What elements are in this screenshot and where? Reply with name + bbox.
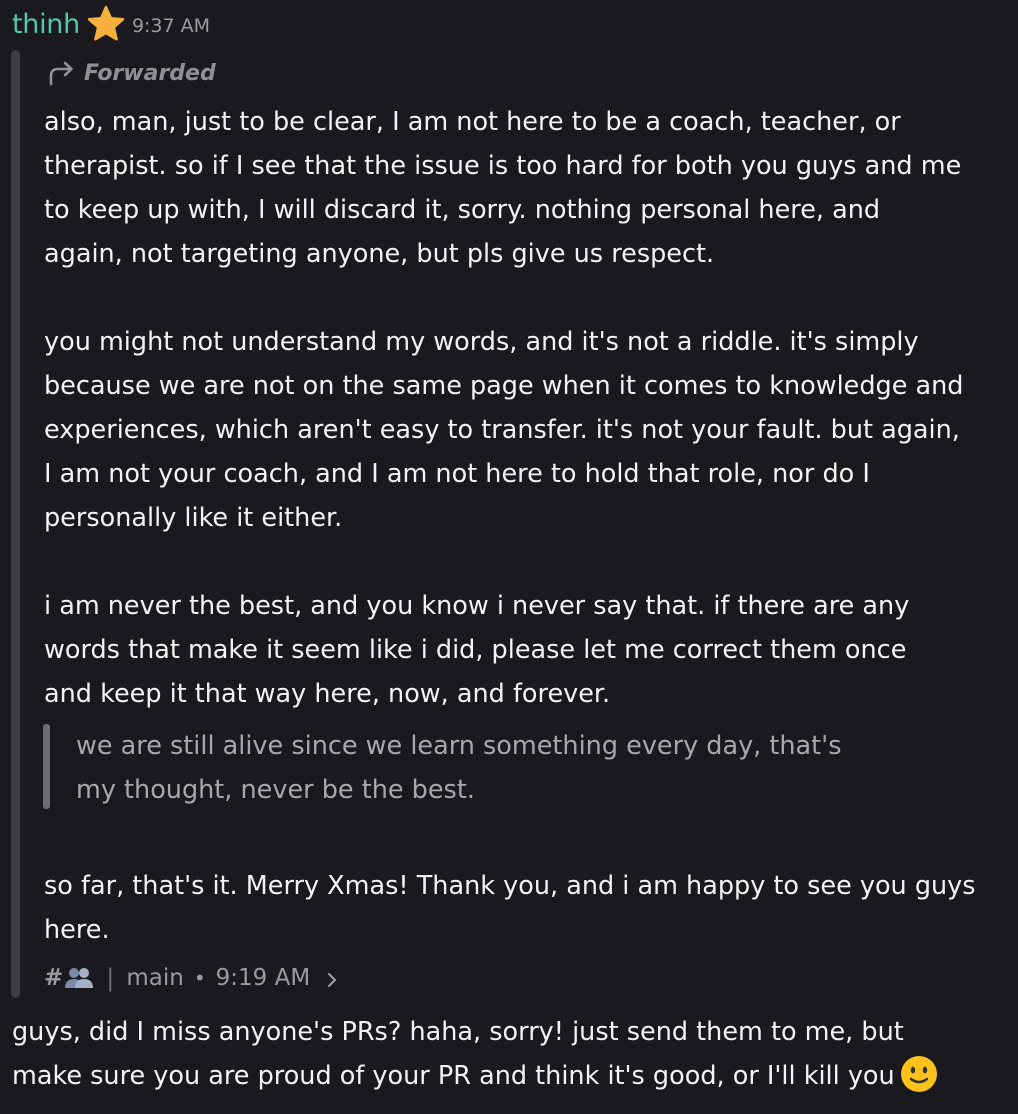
text-line: because we are not on the same page when… bbox=[44, 371, 964, 401]
quote-line: my thought, never be the best. bbox=[76, 775, 475, 805]
forwarded-paragraph-3: i am never the best, and you know i neve… bbox=[44, 584, 1010, 716]
quote-line: we are still alive since we learn someth… bbox=[76, 731, 842, 761]
text-line: to keep up with, I will discard it, sorr… bbox=[44, 195, 881, 225]
forwarded-closing: so far, that's it. Merry Xmas! Thank you… bbox=[44, 864, 1010, 952]
text-line: also, man, just to be clear, I am not he… bbox=[44, 107, 901, 137]
text-line: make sure you are proud of your PR and t… bbox=[12, 1061, 895, 1091]
text-line-with-emoji: make sure you are proud of your PR and t… bbox=[12, 1054, 939, 1098]
forward-bar bbox=[11, 50, 20, 998]
star-icon bbox=[86, 4, 126, 44]
slightly-smiling-face-icon[interactable] bbox=[899, 1054, 939, 1094]
forwarded-paragraph-2: you might not understand my words, and i… bbox=[44, 320, 1010, 540]
text-line: you might not understand my words, and i… bbox=[44, 327, 919, 357]
message-body: guys, did I miss anyone's PRs? haha, sor… bbox=[12, 1010, 939, 1098]
people-icon bbox=[64, 967, 94, 989]
chevron-right-icon bbox=[326, 969, 338, 988]
text-line: again, not targeting anyone, but pls giv… bbox=[44, 239, 715, 269]
forward-source-time: 9:19 AM bbox=[215, 965, 311, 991]
forwarded-paragraph-1: also, man, just to be clear, I am not he… bbox=[44, 100, 1010, 276]
text-line: therapist. so if I see that the issue is… bbox=[44, 151, 962, 181]
username[interactable]: thinh bbox=[12, 9, 80, 40]
text-line: so far, that's it. Merry Xmas! Thank you… bbox=[44, 871, 976, 901]
text-line: personally like it either. bbox=[44, 503, 343, 533]
text-line: here. bbox=[44, 915, 110, 945]
text-line: I am not your coach, and I am not here t… bbox=[44, 459, 870, 489]
blockquote: we are still alive since we learn someth… bbox=[76, 724, 841, 812]
blockquote-bar bbox=[43, 724, 50, 809]
text-line: i am never the best, and you know i neve… bbox=[44, 591, 910, 621]
text-line: words that make it seem like i did, plea… bbox=[44, 635, 907, 665]
text-line: guys, did I miss anyone's PRs? haha, sor… bbox=[12, 1017, 904, 1047]
message-timestamp[interactable]: 9:37 AM bbox=[132, 15, 210, 37]
forwarded-label: Forwarded bbox=[48, 56, 216, 90]
channel-name: main bbox=[126, 965, 184, 991]
forward-arrow-icon bbox=[48, 60, 76, 86]
text-line: and keep it that way here, now, and fore… bbox=[44, 679, 611, 709]
forwarded-text: Forwarded bbox=[84, 60, 216, 86]
text-line: experiences, which aren't easy to transf… bbox=[44, 415, 960, 445]
channel-hash-icon: # bbox=[44, 965, 64, 991]
footer-separator: | bbox=[106, 964, 115, 992]
forward-source-link[interactable]: # | main • 9:19 AM bbox=[44, 958, 338, 998]
message-header: thinh 9:37 AM bbox=[12, 4, 210, 44]
footer-dot: • bbox=[193, 966, 206, 990]
